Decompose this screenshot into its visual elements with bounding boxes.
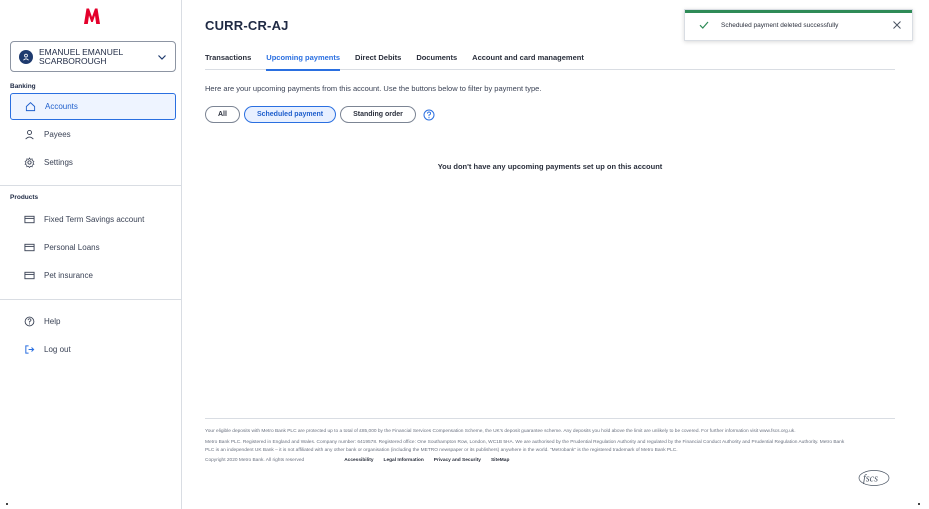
copyright-text: Copyright 2020 Metro Bank. All rights re… bbox=[205, 458, 305, 463]
person-icon bbox=[24, 129, 35, 140]
products-section-title: Products bbox=[10, 194, 39, 201]
toast-message: Scheduled payment deleted successfully bbox=[721, 21, 839, 29]
person-icon bbox=[19, 49, 33, 64]
sidebar-item-label: Fixed Term Savings account bbox=[44, 215, 145, 224]
checkmark-icon bbox=[699, 21, 709, 29]
metro-bank-logo[interactable] bbox=[83, 7, 101, 25]
home-icon bbox=[25, 101, 36, 112]
tab-transactions[interactable]: Transactions bbox=[205, 53, 251, 70]
sidebar-item-label: Log out bbox=[44, 345, 71, 354]
fscs-logo: fscs bbox=[858, 470, 890, 486]
card-icon bbox=[24, 270, 35, 281]
sidebar-item-label: Help bbox=[44, 317, 61, 326]
sidebar-item-label: Accounts bbox=[45, 102, 78, 111]
payment-type-filters: All Scheduled payment Standing order bbox=[205, 106, 435, 123]
sidebar-item-fixed-term-savings[interactable]: Fixed Term Savings account bbox=[10, 206, 176, 233]
card-icon bbox=[24, 242, 35, 253]
sidebar-item-log-out[interactable]: Log out bbox=[10, 336, 176, 363]
registration-disclaimer: Metro Bank PLC. Registered in England an… bbox=[205, 440, 845, 453]
sidebar-divider bbox=[0, 185, 182, 186]
gear-icon bbox=[24, 157, 35, 168]
sidebar-item-pet-insurance[interactable]: Pet insurance bbox=[10, 262, 176, 289]
banking-section-title: Banking bbox=[10, 83, 36, 90]
sidebar: EMANUEL EMANUEL SCARBOROUGH Banking Acco… bbox=[0, 0, 182, 509]
card-icon bbox=[24, 214, 35, 225]
question-icon[interactable] bbox=[423, 109, 435, 121]
user-selector[interactable]: EMANUEL EMANUEL SCARBOROUGH bbox=[10, 41, 176, 72]
tab-upcoming-payments[interactable]: Upcoming payments bbox=[266, 53, 340, 71]
window-corner-mark bbox=[918, 503, 920, 505]
footer-link-sitemap[interactable]: SiteMap bbox=[491, 458, 509, 463]
close-icon[interactable] bbox=[892, 20, 902, 30]
fscs-logo-text: fscs bbox=[863, 474, 878, 485]
sidebar-item-help[interactable]: Help bbox=[10, 308, 176, 335]
question-icon bbox=[24, 316, 35, 327]
tab-direct-debits[interactable]: Direct Debits bbox=[355, 53, 401, 70]
sidebar-item-label: Payees bbox=[44, 130, 71, 139]
success-toast: Scheduled payment deleted successfully bbox=[684, 9, 913, 41]
intro-text: Here are your upcoming payments from thi… bbox=[205, 84, 542, 93]
chevron-down-icon bbox=[158, 54, 166, 60]
filter-scheduled-payment-button[interactable]: Scheduled payment bbox=[243, 106, 337, 123]
fscs-disclaimer: Your eligible deposits with Metro Bank P… bbox=[205, 429, 796, 434]
footer-links: Copyright 2020 Metro Bank. All rights re… bbox=[205, 458, 895, 463]
sidebar-item-label: Personal Loans bbox=[44, 243, 100, 252]
tab-documents[interactable]: Documents bbox=[416, 53, 457, 70]
filter-standing-order-button[interactable]: Standing order bbox=[340, 106, 416, 123]
page-title: CURR-CR-AJ bbox=[205, 18, 289, 33]
sidebar-item-payees[interactable]: Payees bbox=[10, 121, 176, 148]
sidebar-divider bbox=[0, 299, 182, 300]
footer-link-legal-information[interactable]: Legal Information bbox=[384, 458, 424, 463]
sidebar-item-label: Settings bbox=[44, 158, 73, 167]
footer-link-privacy-and-security[interactable]: Privacy and Security bbox=[434, 458, 481, 463]
footer: Your eligible deposits with Metro Bank P… bbox=[205, 418, 895, 486]
sidebar-item-settings[interactable]: Settings bbox=[10, 149, 176, 176]
window-corner-mark bbox=[6, 503, 8, 505]
filter-all-button[interactable]: All bbox=[205, 106, 240, 123]
logout-icon bbox=[24, 344, 35, 355]
sidebar-item-personal-loans[interactable]: Personal Loans bbox=[10, 234, 176, 261]
account-tabs: Transactions Upcoming payments Direct De… bbox=[205, 53, 895, 71]
empty-state-message: You don't have any upcoming payments set… bbox=[437, 162, 663, 171]
tab-account-and-card-management[interactable]: Account and card management bbox=[472, 53, 584, 70]
sidebar-item-accounts[interactable]: Accounts bbox=[10, 93, 176, 120]
sidebar-item-label: Pet insurance bbox=[44, 271, 93, 280]
footer-link-accessibility[interactable]: Accessibility bbox=[344, 458, 373, 463]
user-name: EMANUEL EMANUEL SCARBOROUGH bbox=[39, 46, 123, 66]
